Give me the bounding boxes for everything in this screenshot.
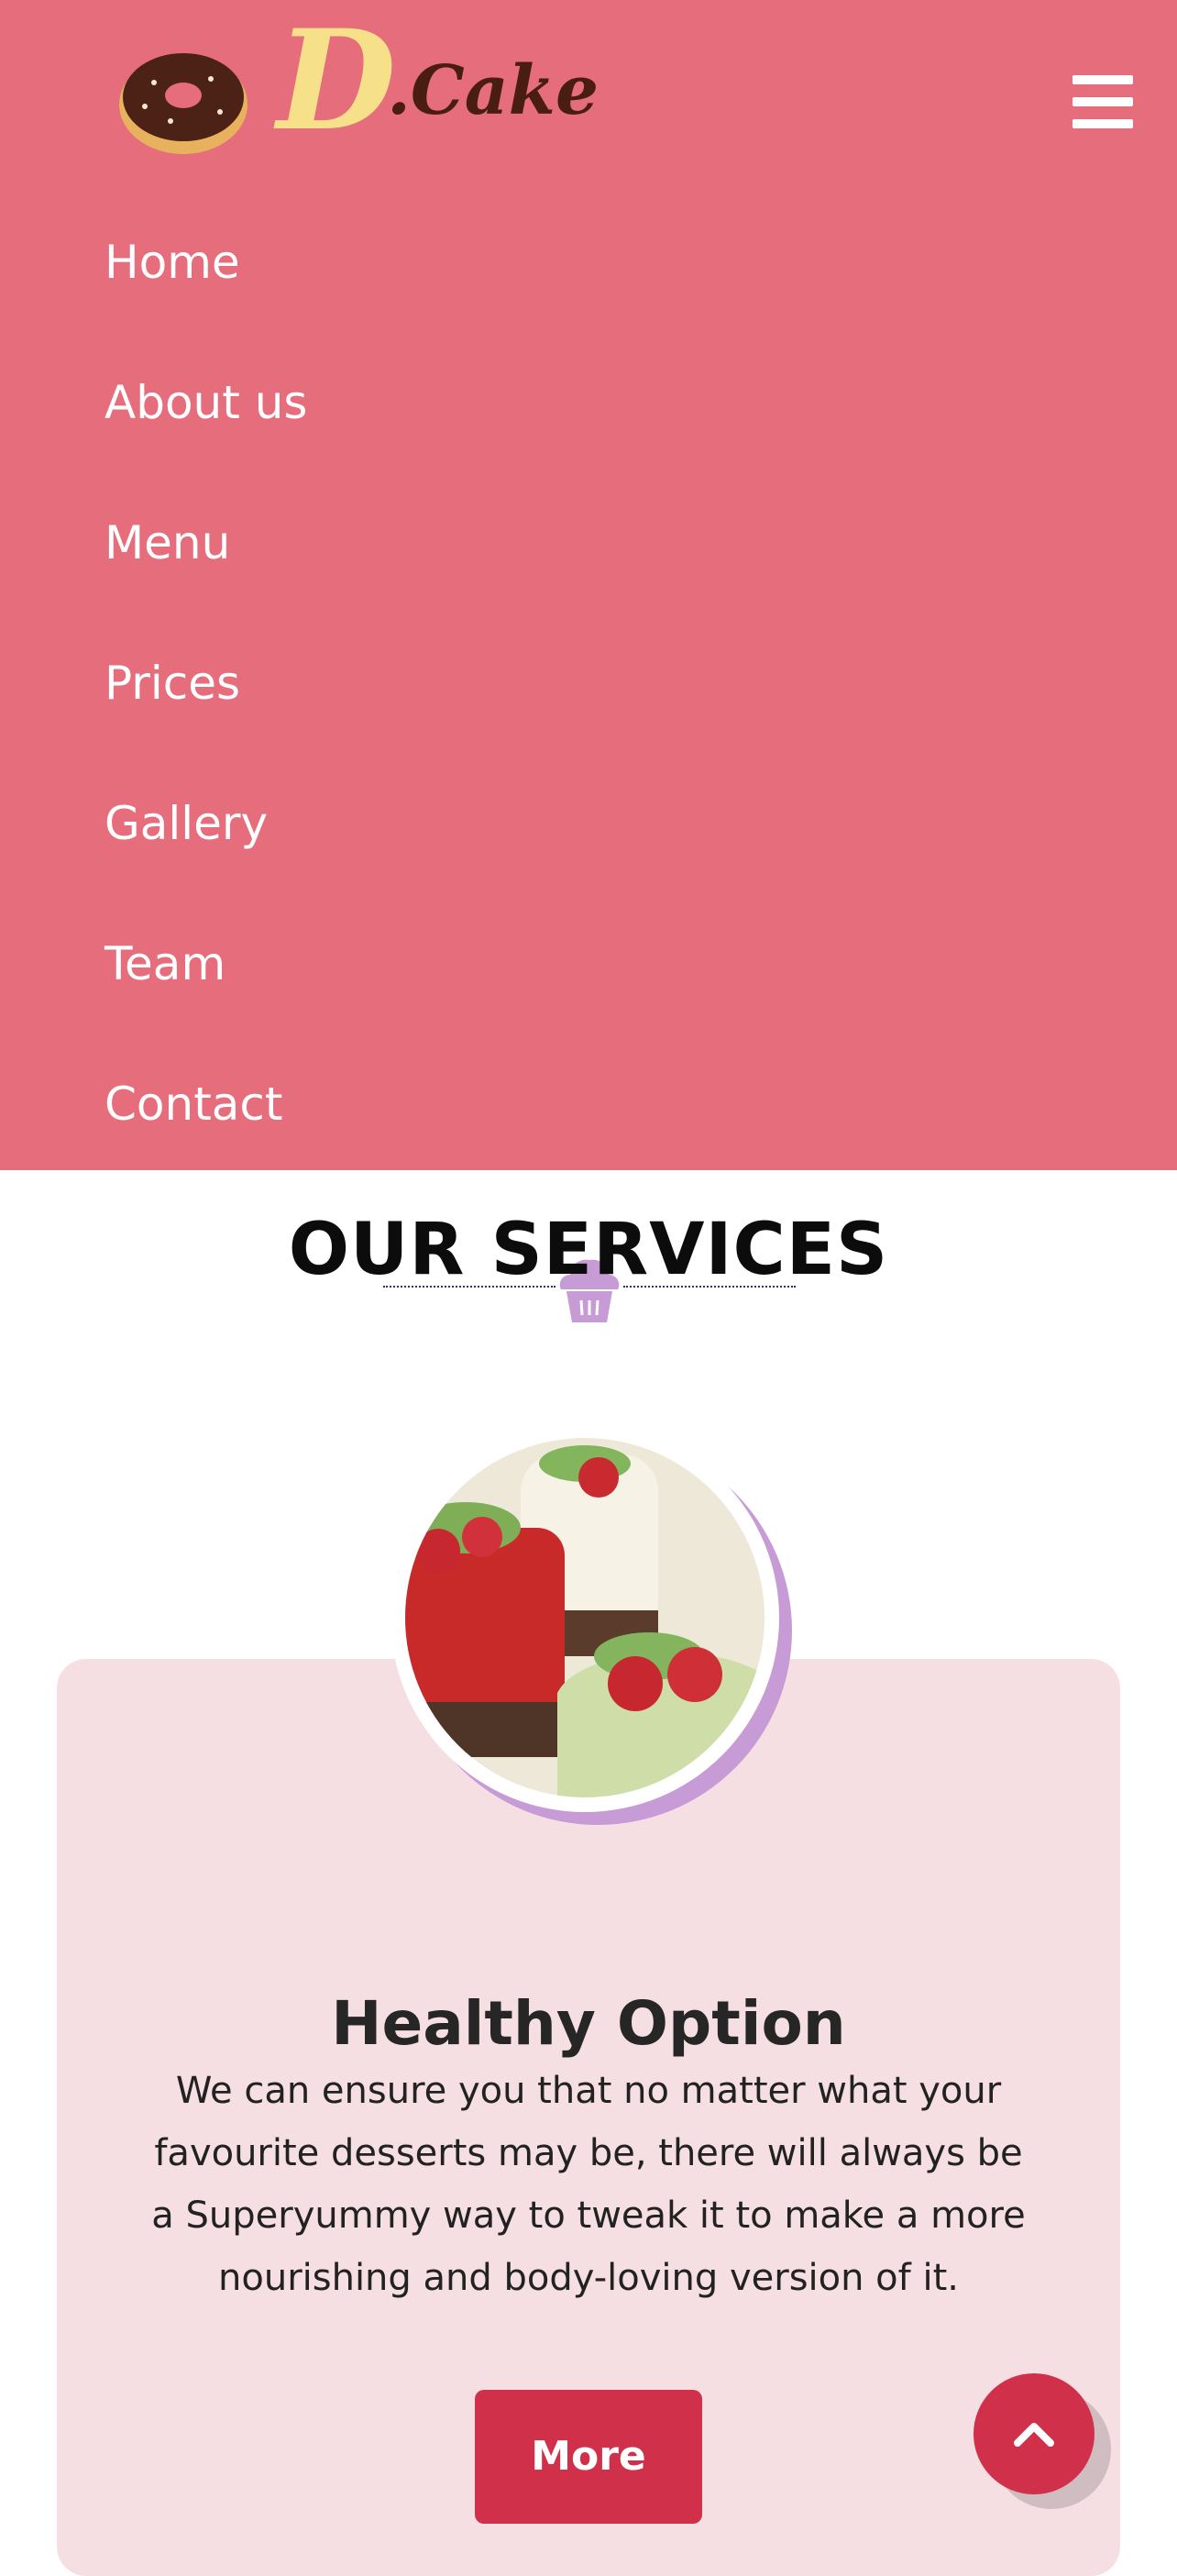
card-description: We can ensure you that no matter what yo… [151,2070,1026,2299]
hamburger-bar [1072,97,1133,106]
nav-item-contact[interactable]: Contact [104,1060,1021,1200]
nav-item-gallery[interactable]: Gallery [104,779,1021,920]
hamburger-bar [1072,119,1133,128]
nav-item-team[interactable]: Team [104,920,1021,1060]
service-image [390,1427,792,1825]
nav-item-about-us[interactable]: About us [104,359,1021,499]
nav-item-prices[interactable]: Prices [104,639,1021,779]
chevron-up-icon [1014,2423,1054,2447]
hamburger-bar [1072,75,1133,84]
site-header: D .Cake Home About us Menu Prices Galler… [0,0,1177,1170]
card-title: Healthy Option [331,1988,846,2059]
nav-item-menu[interactable]: Menu [104,499,1021,639]
scroll-top-button[interactable] [974,2373,1094,2494]
site-logo[interactable]: D .Cake [277,0,600,161]
nav-item-home[interactable]: Home [104,218,1021,359]
section-title: OUR SERVICES [288,1208,889,1291]
logo-word: .Cake [387,51,600,130]
logo-letter: D [277,0,396,161]
hamburger-icon[interactable] [1072,75,1133,128]
more-button[interactable]: More [475,2390,702,2524]
main-nav: Home About us Menu Prices Gallery Team C… [104,218,1021,1200]
